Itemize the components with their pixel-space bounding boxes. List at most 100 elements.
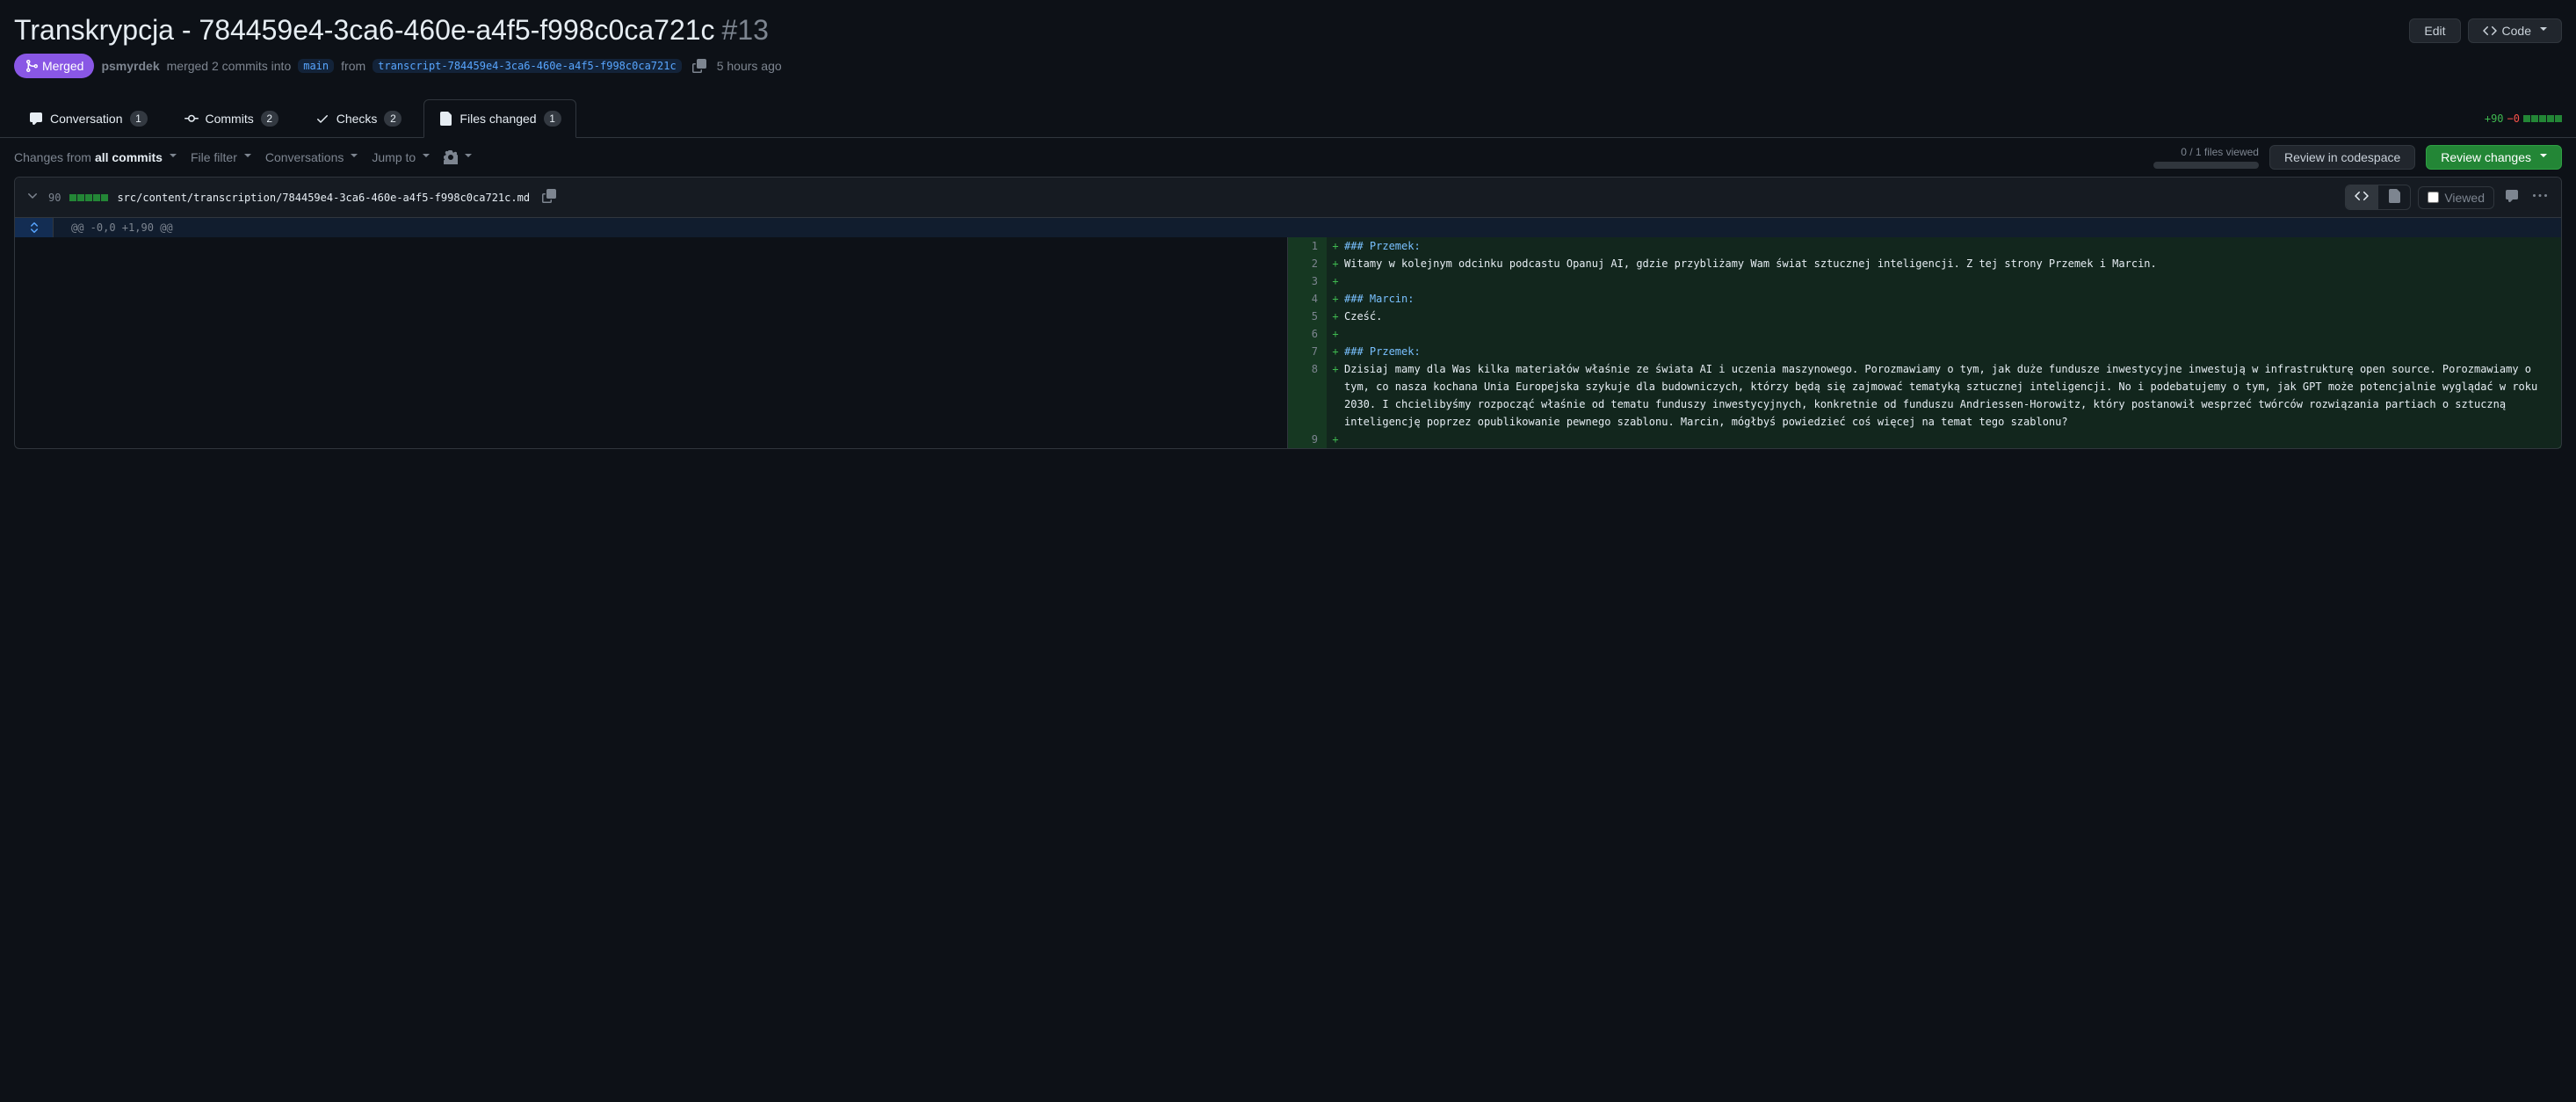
- code-button-label: Code: [2502, 24, 2531, 38]
- diff-marker: +: [1327, 431, 1344, 448]
- diff-table: 1+### Przemek:2+Witamy w kolejnym odcink…: [15, 237, 2561, 448]
- changes-from-prefix: Changes from: [14, 150, 91, 164]
- line-number[interactable]: 7: [1288, 343, 1327, 360]
- merge-text-1: merged 2 commits into: [167, 59, 292, 73]
- diff-marker: +: [1327, 272, 1344, 290]
- line-number[interactable]: 2: [1288, 255, 1327, 272]
- time-ago: 5 hours ago: [717, 59, 782, 73]
- line-number[interactable]: 8: [1288, 360, 1327, 431]
- diff-line[interactable]: 5+Cześć.: [1288, 308, 2561, 325]
- code-content: [1344, 272, 2561, 290]
- viewed-checkbox[interactable]: Viewed: [2418, 186, 2494, 209]
- diff-line[interactable]: 4+### Marcin:: [1288, 290, 2561, 308]
- diff-marker: +: [1327, 360, 1344, 431]
- author-link[interactable]: psmyrdek: [101, 59, 159, 73]
- diff-line[interactable]: 3+: [1288, 272, 2561, 290]
- collapse-file-icon[interactable]: [25, 189, 40, 206]
- copy-path-icon[interactable]: [539, 185, 560, 209]
- pr-title: Transkrypcja - 784459e4-3ca6-460e-a4f5-f…: [14, 14, 715, 47]
- tab-files-count: 1: [544, 111, 561, 127]
- diff-marker: +: [1327, 255, 1344, 272]
- kebab-icon: [2533, 189, 2547, 203]
- code-content: ### Przemek:: [1344, 237, 2561, 255]
- code-content: [1344, 325, 2561, 343]
- code-content: ### Przemek:: [1344, 343, 2561, 360]
- copy-branch-icon[interactable]: [689, 55, 710, 76]
- line-number[interactable]: 1: [1288, 237, 1327, 255]
- hunk-header: @@ -0,0 +1,90 @@: [15, 218, 2561, 237]
- line-number[interactable]: 9: [1288, 431, 1327, 448]
- merge-icon: [25, 59, 39, 73]
- progress-bar: [2153, 162, 2259, 169]
- diff-line[interactable]: 2+Witamy w kolejnym odcinku podcastu Opa…: [1288, 255, 2561, 272]
- file-diff-icon: [438, 112, 452, 126]
- viewed-checkbox-input[interactable]: [2428, 192, 2439, 203]
- tab-checks-count: 2: [384, 111, 402, 127]
- jump-to-filter[interactable]: Jump to: [372, 150, 430, 164]
- diff-marker: +: [1327, 308, 1344, 325]
- tab-conversation-label: Conversation: [50, 112, 123, 126]
- tab-checks-label: Checks: [336, 112, 378, 126]
- review-changes-label: Review changes: [2441, 150, 2531, 164]
- tab-conversation-count: 1: [130, 111, 148, 127]
- diff-new-side: 1+### Przemek:2+Witamy w kolejnym odcink…: [1288, 237, 2561, 448]
- chevron-down-icon: [25, 189, 40, 203]
- source-view-button[interactable]: [2346, 185, 2378, 209]
- code-content: Dzisiaj mamy dla Was kilka materiałów wł…: [1344, 360, 2561, 431]
- diff-marker: +: [1327, 325, 1344, 343]
- file-filter[interactable]: File filter: [191, 150, 251, 164]
- code-content: Witamy w kolejnym odcinku podcastu Opanu…: [1344, 255, 2561, 272]
- comment-file-button[interactable]: [2501, 185, 2522, 209]
- view-toggle: [2345, 185, 2411, 210]
- tab-checks[interactable]: Checks 2: [300, 99, 417, 137]
- tab-files-changed[interactable]: Files changed 1: [423, 99, 575, 138]
- diff-squares: [2523, 115, 2562, 122]
- pr-number: #13: [722, 14, 769, 47]
- review-changes-button[interactable]: Review changes: [2426, 145, 2562, 170]
- line-number[interactable]: 3: [1288, 272, 1327, 290]
- diff-line[interactable]: 9+: [1288, 431, 2561, 448]
- conversations-filter[interactable]: Conversations: [265, 150, 358, 164]
- diff-line[interactable]: 8+Dzisiaj mamy dla Was kilka materiałów …: [1288, 360, 2561, 431]
- tab-commits-count: 2: [261, 111, 279, 127]
- gear-icon: [444, 150, 458, 164]
- edit-button[interactable]: Edit: [2409, 18, 2460, 43]
- settings-filter[interactable]: [444, 150, 472, 164]
- changes-from-filter[interactable]: Changes from all commits: [14, 150, 177, 164]
- diff-additions: +90: [2485, 112, 2504, 125]
- diff-line[interactable]: 7+### Przemek:: [1288, 343, 2561, 360]
- tab-conversation[interactable]: Conversation 1: [14, 99, 163, 137]
- diff-line[interactable]: 6+: [1288, 325, 2561, 343]
- review-codespace-button[interactable]: Review in codespace: [2269, 145, 2415, 170]
- diff-deletions: −0: [2507, 112, 2520, 125]
- state-badge: Merged: [14, 54, 94, 78]
- state-label: Merged: [42, 59, 83, 73]
- head-branch[interactable]: transcript-784459e4-3ca6-460e-a4f5-f998c…: [373, 59, 682, 73]
- changes-from-value: all commits: [95, 150, 163, 164]
- code-icon: [2483, 24, 2497, 38]
- base-branch[interactable]: main: [298, 59, 334, 73]
- diff-marker: +: [1327, 343, 1344, 360]
- diff-old-side: [15, 237, 1288, 448]
- unfold-icon: [27, 221, 41, 235]
- progress-text: 0 / 1 files viewed: [2181, 146, 2259, 158]
- code-icon: [2355, 189, 2369, 203]
- rendered-view-button[interactable]: [2378, 185, 2410, 209]
- diff-marker: +: [1327, 290, 1344, 308]
- diff-line[interactable]: 1+### Przemek:: [1288, 237, 2561, 255]
- comment-icon: [29, 112, 43, 126]
- diff-marker: +: [1327, 237, 1344, 255]
- file-line-count: 90: [48, 192, 61, 204]
- comment-icon: [2505, 189, 2519, 203]
- code-button[interactable]: Code: [2468, 18, 2562, 43]
- line-number[interactable]: 4: [1288, 290, 1327, 308]
- merge-text-2: from: [341, 59, 365, 73]
- expand-hunk-button[interactable]: [15, 218, 54, 237]
- line-number[interactable]: 6: [1288, 325, 1327, 343]
- checks-icon: [315, 112, 329, 126]
- tab-commits[interactable]: Commits 2: [170, 99, 293, 137]
- file-path[interactable]: src/content/transcription/784459e4-3ca6-…: [117, 192, 530, 204]
- code-content: ### Marcin:: [1344, 290, 2561, 308]
- file-menu-button[interactable]: [2529, 185, 2551, 209]
- line-number[interactable]: 5: [1288, 308, 1327, 325]
